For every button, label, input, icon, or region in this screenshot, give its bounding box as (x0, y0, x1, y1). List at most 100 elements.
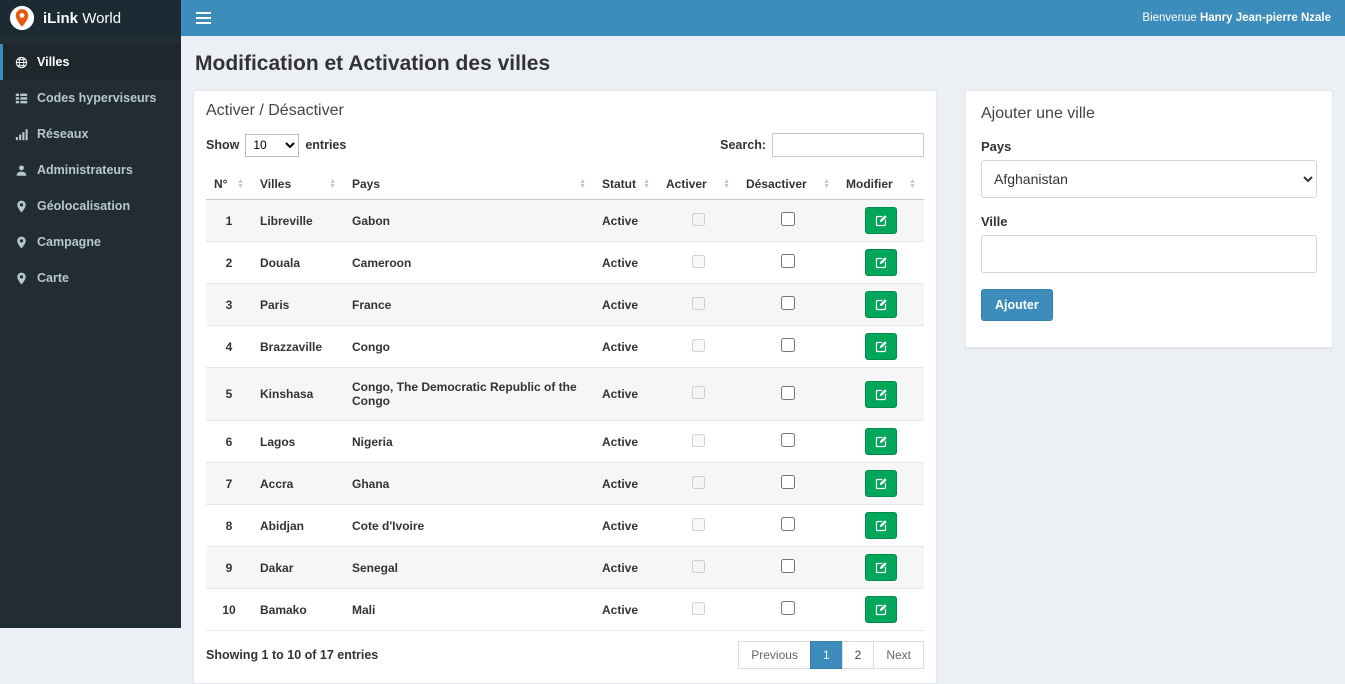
desactiver-cell (738, 367, 838, 421)
ville-cell: Kinshasa (252, 367, 344, 421)
statut-cell: Active (594, 588, 658, 631)
column-header-label: Statut (602, 177, 636, 191)
column-header[interactable]: Désactiver ▲ ▼ (738, 169, 838, 200)
welcome-text: Bienvenue Hanry Jean-pierre Nzale (1142, 12, 1345, 24)
next-page-button[interactable]: Next (873, 641, 924, 669)
activer-checkbox[interactable] (691, 475, 705, 489)
sort-icon[interactable]: ▲ ▼ (237, 178, 244, 190)
activer-checkbox[interactable] (691, 517, 705, 531)
entries-label: entries (305, 138, 347, 152)
activer-checkbox[interactable] (691, 386, 705, 399)
sidebar-item-campagne[interactable]: Campagne (0, 224, 181, 260)
activer-checkbox[interactable] (691, 338, 705, 352)
desactiver-checkbox[interactable] (781, 517, 795, 531)
activer-checkbox[interactable] (691, 601, 705, 615)
ajouter-button[interactable]: Ajouter (981, 289, 1053, 321)
edit-button[interactable] (865, 428, 897, 455)
statut-cell: Active (594, 420, 658, 463)
column-header[interactable]: Pays ▲ ▼ (344, 169, 594, 200)
page-button-2[interactable]: 2 (841, 641, 875, 669)
edit-button[interactable] (865, 291, 897, 318)
edit-button[interactable] (865, 512, 897, 539)
column-header[interactable]: Statut ▲ ▼ (594, 169, 658, 200)
activer-checkbox[interactable] (691, 433, 705, 447)
activer-checkbox[interactable] (691, 559, 705, 573)
column-header[interactable]: N° ▲ ▼ (206, 169, 252, 200)
desactiver-checkbox[interactable] (781, 475, 795, 489)
desactiver-checkbox[interactable] (781, 601, 795, 615)
row-number-cell: 10 (206, 588, 252, 631)
desactiver-checkbox[interactable] (781, 212, 795, 226)
sort-icon[interactable]: ▲ ▼ (643, 178, 650, 190)
previous-page-button[interactable]: Previous (738, 641, 811, 669)
edit-icon (875, 478, 887, 490)
activer-checkbox[interactable] (691, 296, 705, 310)
welcome-user[interactable]: Hanry Jean-pierre Nzale (1200, 12, 1331, 24)
sidebar-toggle-icon[interactable] (181, 0, 226, 36)
activer-cell (658, 367, 738, 421)
edit-button[interactable] (865, 380, 897, 408)
activer-cell (658, 588, 738, 631)
ville-cell: Libreville (252, 199, 344, 242)
desactiver-checkbox[interactable] (781, 385, 795, 400)
desactiver-checkbox[interactable] (781, 254, 795, 268)
desactiver-checkbox[interactable] (781, 296, 795, 310)
sidebar-item-codes-hyperviseurs[interactable]: Codes hyperviseurs (0, 80, 181, 116)
column-header[interactable]: Modifier ▲ ▼ (838, 169, 924, 200)
column-header-label: Désactiver (746, 177, 807, 191)
sidebar-item-villes[interactable]: Villes (0, 44, 181, 80)
edit-icon (875, 604, 887, 616)
sort-icon[interactable]: ▲ ▼ (329, 178, 336, 190)
sort-icon[interactable]: ▲ ▼ (823, 178, 830, 190)
modifier-cell (838, 367, 924, 421)
desactiver-checkbox[interactable] (781, 338, 795, 352)
search-input[interactable] (772, 133, 924, 157)
sort-icon[interactable]: ▲ ▼ (579, 178, 586, 190)
table-row: 9 Dakar Senegal Active (206, 546, 924, 589)
brand[interactable]: iLink World (0, 0, 181, 36)
sidebar-item-r-seaux[interactable]: Réseaux (0, 116, 181, 152)
column-header[interactable]: Villes ▲ ▼ (252, 169, 344, 200)
row-number-cell: 3 (206, 283, 252, 326)
page-length-select[interactable]: 10 (245, 133, 300, 157)
column-header[interactable]: Activer ▲ ▼ (658, 169, 738, 200)
desactiver-checkbox[interactable] (781, 433, 795, 447)
pays-cell: Mali (344, 588, 594, 631)
edit-button[interactable] (865, 249, 897, 276)
sort-icon[interactable]: ▲ ▼ (723, 178, 730, 190)
sidebar-item-g-olocalisation[interactable]: Géolocalisation (0, 188, 181, 224)
edit-button[interactable] (865, 207, 897, 234)
page-button-1[interactable]: 1 (809, 641, 843, 669)
statut-cell: Active (594, 199, 658, 242)
edit-button[interactable] (865, 333, 897, 360)
statut-cell: Active (594, 283, 658, 326)
table-row: 2 Douala Cameroon Active (206, 241, 924, 284)
sidebar-item-carte[interactable]: Carte (0, 260, 181, 296)
ville-input[interactable] (981, 235, 1317, 273)
edit-button[interactable] (865, 470, 897, 497)
ville-cell: Dakar (252, 546, 344, 589)
add-city-panel: Ajouter une ville Pays Afghanistan Ville… (965, 90, 1333, 348)
desactiver-cell (738, 546, 838, 589)
pays-cell: Cote d'Ivoire (344, 504, 594, 547)
add-city-title: Ajouter une ville (981, 105, 1095, 122)
row-number-cell: 9 (206, 546, 252, 589)
edit-button[interactable] (865, 554, 897, 581)
ville-label: Ville (981, 214, 1008, 229)
desactiver-checkbox[interactable] (781, 559, 795, 573)
row-number-cell: 2 (206, 241, 252, 284)
edit-icon (875, 388, 887, 400)
top-bar: iLink World Bienvenue Hanry Jean-pierre … (0, 0, 1345, 36)
pays-select[interactable]: Afghanistan (981, 160, 1317, 198)
search-label: Search: (720, 138, 766, 152)
sidebar-item-administrateurs[interactable]: Administrateurs (0, 152, 181, 188)
desactiver-cell (738, 199, 838, 242)
table-row: 7 Accra Ghana Active (206, 462, 924, 505)
activer-checkbox[interactable] (691, 212, 705, 226)
activer-checkbox[interactable] (691, 254, 705, 268)
modifier-cell (838, 546, 924, 589)
edit-button[interactable] (865, 596, 897, 623)
ville-cell: Abidjan (252, 504, 344, 547)
table-row: 10 Bamako Mali Active (206, 588, 924, 631)
sort-icon[interactable]: ▲ ▼ (909, 178, 916, 190)
